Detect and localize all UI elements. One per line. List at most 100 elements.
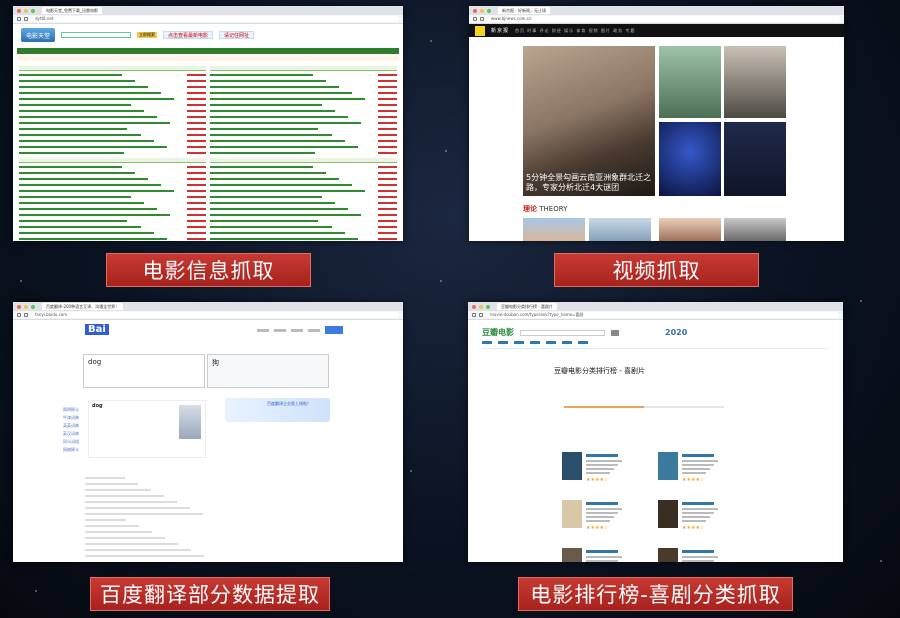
top-nav-active[interactable]: [325, 326, 343, 334]
nav-item[interactable]: [482, 341, 492, 344]
close-dot-icon[interactable]: [473, 8, 477, 13]
movie-item[interactable]: ★★★★☆: [562, 500, 632, 534]
maximize-dot-icon[interactable]: [486, 304, 490, 309]
douban-logo[interactable]: 豆瓣电影: [482, 327, 514, 338]
movie-poster[interactable]: [562, 500, 582, 528]
list-item[interactable]: [210, 225, 397, 229]
list-item[interactable]: [19, 79, 206, 83]
movie-poster[interactable]: [658, 548, 678, 562]
forward-icon[interactable]: [479, 313, 483, 317]
list-item[interactable]: [19, 115, 206, 119]
list-item[interactable]: [210, 165, 397, 169]
list-item[interactable]: [19, 177, 206, 181]
dictionary-tab[interactable]: 英英词典: [63, 422, 79, 430]
top-nav-item[interactable]: [291, 328, 303, 332]
list-item[interactable]: [210, 171, 397, 175]
forward-icon[interactable]: [24, 313, 28, 317]
list-item[interactable]: [19, 109, 206, 113]
list-item[interactable]: [210, 115, 397, 119]
source-text-input[interactable]: dog: [83, 354, 205, 388]
movie-item[interactable]: ★★★★☆: [562, 452, 632, 486]
video-thumb-4[interactable]: [724, 122, 786, 196]
list-item[interactable]: [19, 225, 206, 229]
list-item[interactable]: [210, 127, 397, 131]
search-button[interactable]: [611, 329, 619, 336]
url-field[interactable]: dytt8.net: [31, 16, 399, 22]
nav-item[interactable]: [562, 341, 572, 344]
search-input[interactable]: [520, 329, 605, 336]
movie-title[interactable]: [682, 550, 714, 553]
list-item[interactable]: [210, 139, 397, 143]
search-button[interactable]: 立即搜索: [137, 32, 157, 38]
list-item[interactable]: [210, 97, 397, 101]
list-item[interactable]: [19, 133, 206, 137]
headline-title[interactable]: 5分钟全景勾画云南亚洲象群北迁之路，专家分析北迁4大谜团: [526, 173, 652, 193]
list-item[interactable]: [210, 91, 397, 95]
list-item[interactable]: [19, 171, 206, 175]
list-item[interactable]: [210, 103, 397, 107]
promo-banner[interactable]: 百度翻译企业版上线啦！: [225, 398, 330, 422]
list-item[interactable]: [19, 145, 206, 149]
back-icon[interactable]: [472, 313, 476, 317]
nav-item[interactable]: [546, 341, 556, 344]
nav-item[interactable]: [530, 341, 540, 344]
top-nav-item[interactable]: [274, 328, 286, 332]
video-thumb-1[interactable]: [659, 46, 721, 118]
theory-thumb-2[interactable]: [589, 218, 651, 241]
list-item[interactable]: [210, 85, 397, 89]
list-item[interactable]: [210, 195, 397, 199]
list-item[interactable]: [210, 109, 397, 113]
list-item[interactable]: [210, 213, 397, 217]
theory-thumb-1[interactable]: [523, 218, 585, 241]
list-item[interactable]: [210, 237, 397, 241]
list-item[interactable]: [210, 219, 397, 223]
list-item[interactable]: [19, 237, 206, 241]
year-badge[interactable]: 2020: [665, 328, 687, 337]
minimize-dot-icon[interactable]: [479, 304, 483, 309]
movie-poster[interactable]: [562, 548, 582, 562]
list-item[interactable]: [210, 133, 397, 137]
headline-video-card[interactable]: 5分钟全景勾画云南亚洲象群北迁之路，专家分析北迁4大谜团: [523, 46, 655, 196]
theory-thumb-3[interactable]: [659, 218, 721, 241]
dictionary-tab[interactable]: 英汉词典: [63, 430, 79, 438]
nav-item[interactable]: [498, 341, 508, 344]
list-item[interactable]: [19, 231, 206, 235]
list-item[interactable]: [19, 195, 206, 199]
browser-tab[interactable]: 百度翻译-200种语言互译、沟通全世界！: [42, 303, 124, 310]
site-menu[interactable]: [17, 48, 399, 54]
theory-thumb-4[interactable]: [724, 218, 786, 241]
maximize-dot-icon[interactable]: [31, 8, 35, 13]
list-item[interactable]: [210, 177, 397, 181]
list-item[interactable]: [210, 151, 397, 155]
list-item[interactable]: [19, 219, 206, 223]
movie-title[interactable]: [682, 454, 714, 457]
url-field[interactable]: fanyi.baidu.com: [31, 312, 399, 318]
list-item[interactable]: [19, 189, 206, 193]
site-nav[interactable]: 首页 时事 评论 财经 娱乐 体育 视频 图片 政务 专题: [515, 28, 635, 34]
back-icon[interactable]: [473, 17, 477, 21]
list-item[interactable]: [210, 201, 397, 205]
movie-title[interactable]: [586, 502, 618, 505]
close-dot-icon[interactable]: [17, 8, 21, 13]
list-item[interactable]: [210, 121, 397, 125]
movie-item[interactable]: ★★★★☆: [658, 548, 728, 562]
promo-box-2[interactable]: 请记住网址: [219, 31, 255, 39]
url-field[interactable]: movie.douban.com/typerank?type_name=喜剧: [486, 312, 839, 318]
site-logo-icon[interactable]: [475, 25, 485, 36]
list-item[interactable]: [19, 201, 206, 205]
promo-box[interactable]: 点击查看最新电影: [163, 31, 214, 39]
movie-title[interactable]: [586, 550, 618, 553]
list-item[interactable]: [210, 145, 397, 149]
list-item[interactable]: [19, 213, 206, 217]
browser-tab[interactable]: 新京报 - 好新闻，无止境: [498, 7, 550, 14]
video-thumb-3[interactable]: [659, 122, 721, 196]
browser-tab[interactable]: 电影天堂_免费下载_迅雷电影: [42, 7, 102, 14]
top-nav-item[interactable]: [257, 328, 269, 332]
minimize-dot-icon[interactable]: [24, 8, 28, 13]
search-input[interactable]: [61, 32, 131, 38]
dictionary-tab[interactable]: 同义词组: [63, 438, 79, 446]
movie-poster[interactable]: [658, 500, 678, 528]
minimize-dot-icon[interactable]: [480, 8, 484, 13]
list-item[interactable]: [19, 85, 206, 89]
list-item[interactable]: [19, 139, 206, 143]
